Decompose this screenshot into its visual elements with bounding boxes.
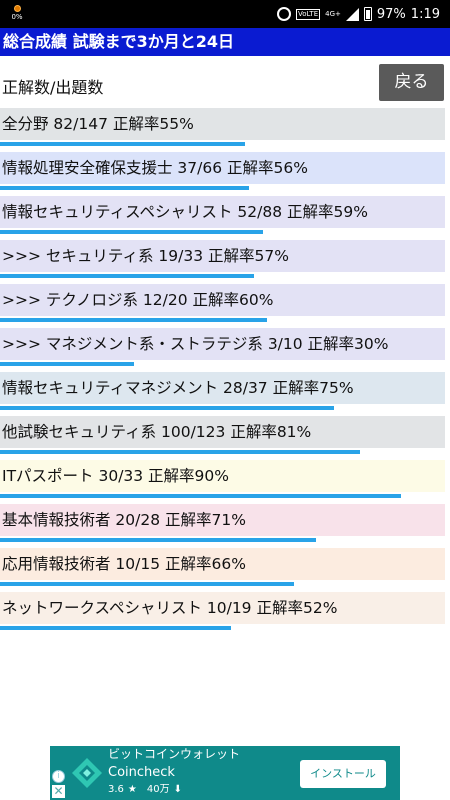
notification-icon [13, 5, 21, 12]
stat-row[interactable]: >>> マネジメント系・ストラテジ系 3/10 正解率30% [0, 328, 445, 372]
signal-icon [345, 7, 359, 21]
stat-label: 他試験セキュリティ系 100/123 正解率81% [0, 416, 445, 448]
ad-downloads: 40万 [146, 784, 170, 795]
stat-progress-fill [0, 230, 263, 234]
stat-label: ITパスポート 30/33 正解率90% [0, 460, 445, 492]
ad-brand: Coincheck [108, 765, 175, 780]
stat-progress-track [0, 318, 445, 322]
network-type-icon: 4G+ [325, 10, 341, 18]
stat-progress-fill [0, 450, 361, 454]
stat-label: ネットワークスペシャリスト 10/19 正解率52% [0, 592, 445, 624]
alarm-icon [276, 7, 291, 21]
data-usage-text: 0% [11, 13, 23, 21]
stat-progress-fill [0, 274, 254, 278]
stat-label: 情報セキュリティスペシャリスト 52/88 正解率59% [0, 196, 445, 228]
stat-label: 情報処理安全確保支援士 37/66 正解率56% [0, 152, 445, 184]
stat-progress-fill [0, 362, 134, 366]
stat-row[interactable]: 情報セキュリティマネジメント 28/37 正解率75% [0, 372, 445, 416]
stat-row[interactable]: ITパスポート 30/33 正解率90% [0, 460, 445, 504]
stat-progress-fill [0, 142, 245, 146]
stat-label: 基本情報技術者 20/28 正解率71% [0, 504, 445, 536]
stat-progress-track [0, 450, 445, 454]
header-label: 正解数/出題数 [2, 78, 104, 97]
coincheck-logo-icon [72, 758, 102, 788]
ad-meta: 3.6 ★ 40万 ⬇ [108, 783, 182, 797]
ad-close-icon[interactable]: ✕ [52, 785, 65, 798]
stat-row[interactable]: >>> テクノロジ系 12/20 正解率60% [0, 284, 445, 328]
stat-row[interactable]: 情報セキュリティスペシャリスト 52/88 正解率59% [0, 196, 445, 240]
stat-progress-track [0, 494, 445, 498]
stat-label: >>> セキュリティ系 19/33 正解率57% [0, 240, 445, 272]
stat-progress-fill [0, 626, 232, 630]
stat-progress-fill [0, 538, 316, 542]
stat-progress-track [0, 142, 445, 146]
stat-row[interactable]: ネットワークスペシャリスト 10/19 正解率52% [0, 592, 445, 636]
stat-label: >>> テクノロジ系 12/20 正解率60% [0, 284, 445, 316]
stat-row[interactable]: 情報処理安全確保支援士 37/66 正解率56% [0, 152, 445, 196]
back-button[interactable]: 戻る [379, 64, 444, 101]
header-row: 正解数/出題数 戻る [0, 62, 450, 104]
stat-row[interactable]: >>> セキュリティ系 19/33 正解率57% [0, 240, 445, 284]
status-left: 0% [8, 3, 26, 22]
stat-progress-track [0, 362, 445, 366]
clock: 1:19 [410, 6, 440, 22]
stat-progress-track [0, 538, 445, 542]
stat-label: 応用情報技術者 10/15 正解率66% [0, 548, 445, 580]
stat-label: 全分野 82/147 正解率55% [0, 108, 445, 140]
stat-row[interactable]: 全分野 82/147 正解率55% [0, 108, 445, 152]
ad-title: ビットコインウォレット [108, 747, 241, 761]
battery-icon [363, 7, 372, 21]
stats-list: 全分野 82/147 正解率55% 情報処理安全確保支援士 37/66 正解率56… [0, 108, 445, 636]
ad-install-button[interactable]: インストール [300, 760, 386, 788]
stat-progress-track [0, 582, 445, 586]
stat-progress-track [0, 406, 445, 410]
battery-percent: 97% [376, 6, 406, 22]
ad-banner[interactable]: i ✕ ビットコインウォレット Coincheck 3.6 ★ 40万 ⬇ イン… [50, 746, 400, 800]
stat-label: 情報セキュリティマネジメント 28/37 正解率75% [0, 372, 445, 404]
stat-row[interactable]: 基本情報技術者 20/28 正解率71% [0, 504, 445, 548]
stat-progress-fill [0, 406, 334, 410]
title-bar: 総合成績 試験まで3か月と24日 [0, 28, 450, 56]
stat-label: >>> マネジメント系・ストラテジ系 3/10 正解率30% [0, 328, 445, 360]
stat-progress-track [0, 626, 445, 630]
stat-progress-track [0, 186, 445, 190]
status-bar: 0% VoLTE 4G+ 97% 1:19 [0, 0, 450, 28]
stat-progress-track [0, 274, 445, 278]
stat-progress-fill [0, 186, 250, 190]
stat-progress-fill [0, 318, 267, 322]
stat-progress-track [0, 230, 445, 234]
stat-progress-fill [0, 494, 401, 498]
ad-rating: 3.6 [108, 784, 124, 795]
stat-row[interactable]: 応用情報技術者 10/15 正解率66% [0, 548, 445, 592]
download-icon: ⬇ [173, 784, 182, 795]
stat-row[interactable]: 他試験セキュリティ系 100/123 正解率81% [0, 416, 445, 460]
star-icon: ★ [127, 784, 137, 795]
ad-info-icon[interactable]: i [52, 770, 65, 783]
volte-icon: VoLTE [295, 8, 321, 20]
stat-progress-fill [0, 582, 294, 586]
status-right: VoLTE 4G+ 97% 1:19 [276, 0, 440, 28]
